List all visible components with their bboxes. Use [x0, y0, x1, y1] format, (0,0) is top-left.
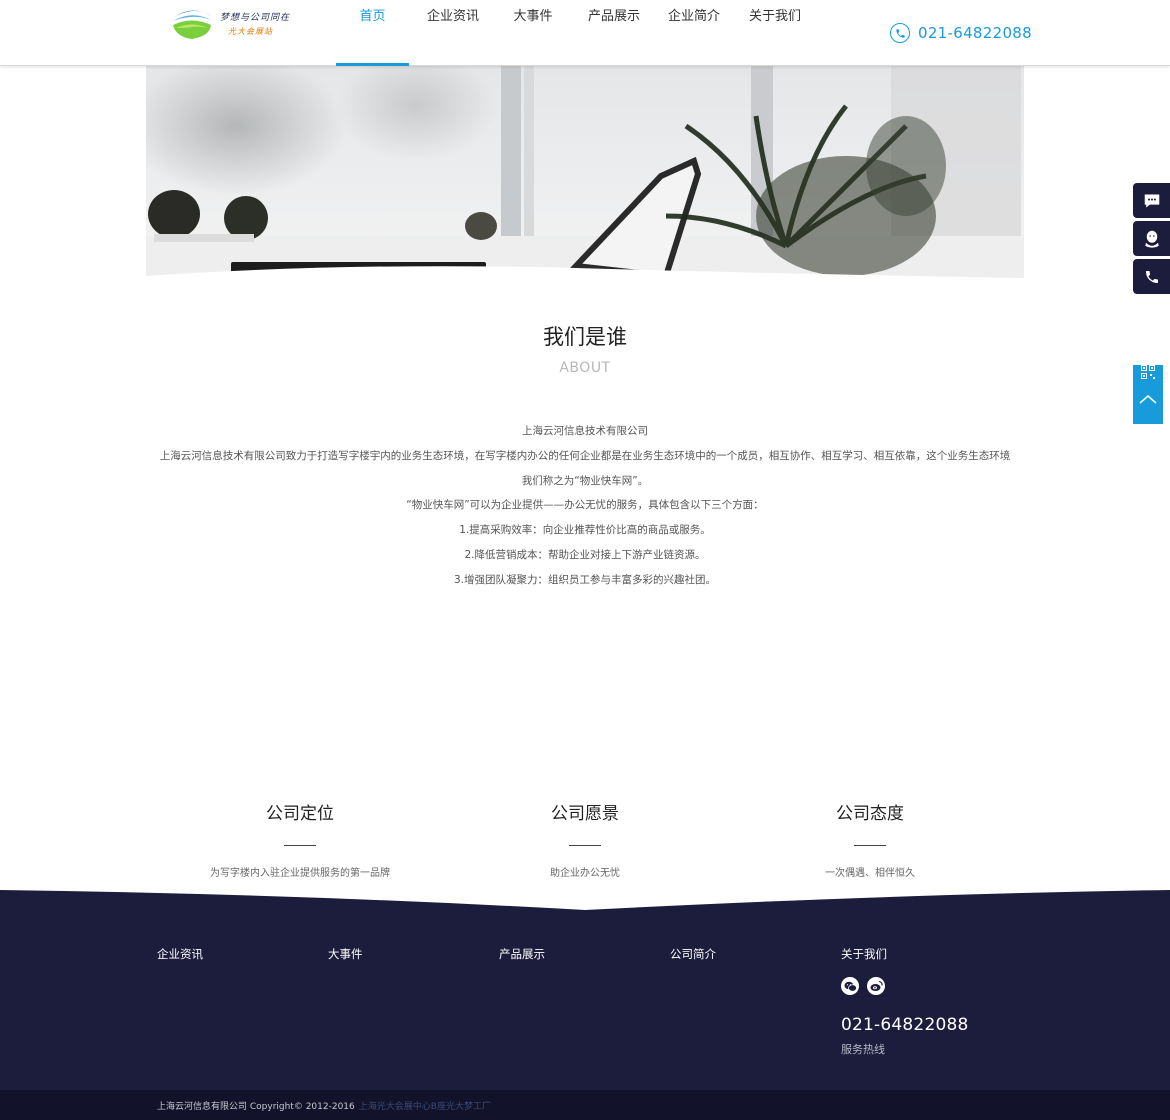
divider [569, 845, 601, 846]
about-paragraph: “物业快车网”可以为企业提供——办公无忧的服务，具体包含以下三个方面： [406, 499, 764, 512]
footer-phone-label: 服务热线 [841, 1043, 885, 1056]
feature-title: 公司态度 [836, 804, 904, 824]
about-body: 上海云河信息技术有限公司 上海云河信息技术有限公司致力于打造写字楼宇内的业务生态… [156, 419, 1014, 593]
main-nav: 首页 企业资讯 大事件 产品展示 企业简介 关于我们 [336, 0, 821, 66]
phone-button[interactable] [1133, 259, 1170, 294]
copyright-text: 上海云河信息有限公司 Copyright© 2012-2016 [157, 1102, 355, 1112]
nav-news[interactable]: 企业资讯 [409, 0, 497, 66]
header-phone[interactable]: 021-64822088 [890, 22, 1032, 44]
banner-photo [146, 66, 1024, 285]
message-icon [1144, 193, 1159, 208]
about-paragraph: 1.提高采购效率：向企业推荐性价比高的商品或服务。 [459, 524, 711, 537]
logo-name: 光大会展站 [228, 27, 273, 36]
nav-company-intro[interactable]: 企业简介 [659, 0, 729, 66]
footer-link-products[interactable]: 产品展示 [499, 946, 545, 962]
nav-about-us[interactable]: 关于我们 [729, 0, 821, 66]
footer-link-news[interactable]: 企业资讯 [157, 946, 203, 962]
copyright-address[interactable]: 上海光大会展中心B座光大梦工厂 [359, 1102, 491, 1112]
weibo-icon[interactable] [867, 977, 885, 995]
footer-phone: 021-64822088 [841, 1015, 969, 1035]
about-paragraph: 2.降低营销成本：帮助企业对接上下游产业链资源。 [464, 548, 706, 561]
float-tools [1133, 365, 1163, 424]
header-phone-number: 021-64822088 [918, 24, 1032, 42]
message-button[interactable] [1133, 183, 1170, 218]
qq-icon [1144, 230, 1159, 248]
logo[interactable]: 梦想与公司同在 光大会展站 [168, 0, 289, 44]
about-paragraph: 3.增强团队凝聚力：组织员工参与丰富多彩的兴趣社团。 [453, 573, 717, 586]
footer-wave [0, 888, 1170, 910]
about-subtitle: ABOUT [559, 360, 611, 376]
feature-positioning: 公司定位 为写字楼内入驻企业提供服务的第一品牌 [158, 800, 442, 879]
about-paragraph: 上海云河信息技术有限公司致力于打造写字楼宇内的业务生态环境，在写字楼内办公的任何… [159, 449, 1011, 487]
copyright: 上海云河信息有限公司 Copyright© 2012-2016 上海光大会展中心B… [157, 1099, 491, 1112]
feature-vision: 公司愿景 助企业办公无忧 [443, 800, 727, 879]
footer-link-events[interactable]: 大事件 [328, 946, 363, 962]
nav-products[interactable]: 产品展示 [569, 0, 659, 66]
phone-icon [1145, 270, 1158, 283]
feature-text: 助企业办公无忧 [550, 868, 620, 879]
footer-link-company[interactable]: 公司简介 [670, 946, 716, 962]
back-to-top-icon[interactable] [1139, 394, 1157, 404]
divider [854, 845, 886, 846]
feature-text: 为写字楼内入驻企业提供服务的第一品牌 [210, 868, 390, 879]
nav-events[interactable]: 大事件 [497, 0, 569, 66]
site-header: 梦想与公司同在 光大会展站 首页 企业资讯 大事件 产品展示 企业简介 关于我们… [0, 0, 1170, 66]
qq-button[interactable] [1133, 221, 1170, 256]
logo-mark-icon [172, 5, 212, 39]
feature-text: 一次偶遇、相伴恒久 [825, 868, 915, 879]
about-title: 我们是谁 [543, 325, 627, 349]
logo-slogan: 梦想与公司同在 [220, 13, 291, 23]
hero-banner [146, 66, 1024, 285]
phone-icon [890, 23, 910, 43]
wechat-icon[interactable] [841, 977, 859, 995]
footer-link-about[interactable]: 关于我们 [841, 946, 887, 962]
divider [284, 845, 316, 846]
site-footer: 企业资讯 大事件 产品展示 公司简介 关于我们 021-64822088 服务热… [0, 888, 1170, 1120]
feature-title: 公司愿景 [551, 804, 619, 824]
copyright-bar: 上海云河信息有限公司 Copyright© 2012-2016 上海光大会展中心B… [0, 1090, 1170, 1120]
feature-attitude: 公司态度 一次偶遇、相伴恒久 [728, 800, 1012, 879]
about-paragraph: 上海云河信息技术有限公司 [522, 425, 648, 437]
nav-home[interactable]: 首页 [336, 0, 409, 66]
feature-title: 公司定位 [266, 804, 334, 824]
qrcode-icon[interactable] [1141, 365, 1155, 379]
footer-social [841, 977, 885, 995]
